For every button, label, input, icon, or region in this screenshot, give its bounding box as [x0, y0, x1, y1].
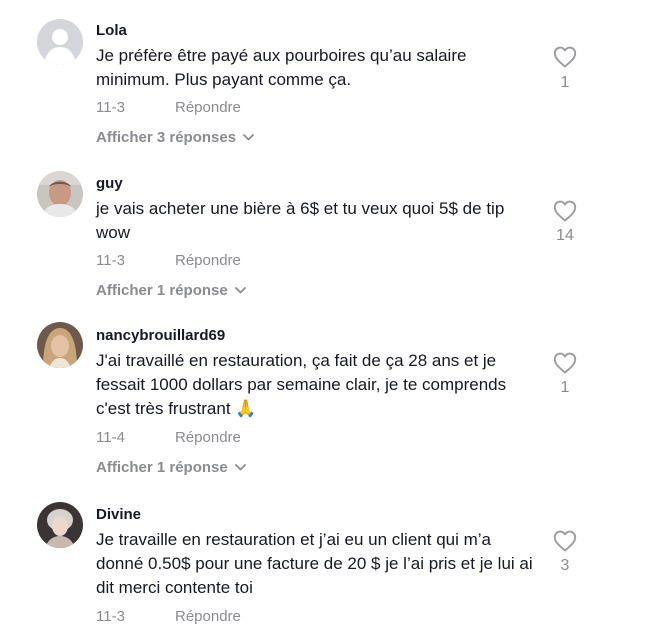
- comment-date: 11-3: [96, 99, 125, 116]
- comment-text: je vais acheter une bière à 6$ et tu veu…: [96, 199, 505, 242]
- comment-text: J'ai travaillé en restauration, ça fait …: [96, 351, 507, 418]
- comment-meta: 11-4 Répondre: [96, 429, 241, 446]
- view-replies-button[interactable]: Afficher 1 réponse: [96, 459, 246, 476]
- avatar[interactable]: [37, 19, 83, 65]
- comment-meta: 11-3 Répondre: [96, 608, 241, 625]
- view-replies-button[interactable]: Afficher 3 réponses: [96, 129, 254, 146]
- avatar[interactable]: [37, 322, 83, 368]
- view-replies-label: Afficher 1 réponse: [96, 282, 228, 299]
- profile-photo-icon: [37, 322, 83, 368]
- like-count: 14: [556, 227, 574, 244]
- comment-username[interactable]: guy: [96, 175, 123, 192]
- comment-item: guy je vais acheter une bière à 6$ et tu…: [0, 160, 652, 310]
- comment-item: Lola Je préfère être payé aux pourboires…: [0, 0, 652, 160]
- chevron-down-icon: [234, 287, 246, 294]
- like-count: 3: [560, 557, 570, 574]
- heart-outline-icon: [553, 200, 577, 222]
- like-button[interactable]: [549, 352, 581, 379]
- comment-username[interactable]: Divine: [96, 506, 141, 523]
- reply-button[interactable]: Répondre: [175, 608, 241, 625]
- comment-meta: 11-3 Répondre: [96, 252, 241, 269]
- heart-outline-icon: [553, 46, 577, 68]
- like-button[interactable]: [549, 46, 581, 73]
- reply-button[interactable]: Répondre: [175, 252, 241, 269]
- comment-date: 11-3: [96, 608, 125, 625]
- like-button[interactable]: [549, 530, 581, 557]
- comment-item: Divine Je travaille en restauration et j…: [0, 495, 652, 632]
- comment-item: nancybrouillard69 J'ai travaillé en rest…: [0, 310, 652, 495]
- view-replies-button[interactable]: Afficher 1 réponse: [96, 282, 246, 299]
- avatar[interactable]: [37, 171, 83, 217]
- comment-text: Je préfère être payé aux pourboires qu’a…: [96, 46, 467, 89]
- chevron-down-icon: [243, 134, 254, 141]
- reply-button[interactable]: Répondre: [175, 99, 241, 116]
- avatar[interactable]: [37, 502, 83, 548]
- comment-meta: 11-3 Répondre: [96, 99, 241, 116]
- profile-photo-icon: [37, 502, 83, 548]
- comment-text: Je travaille en restauration et j’ai eu …: [96, 530, 533, 597]
- default-avatar-icon: [37, 19, 83, 65]
- view-replies-label: Afficher 3 réponses: [96, 129, 237, 146]
- heart-outline-icon: [553, 352, 577, 374]
- comment-username[interactable]: Lola: [96, 22, 127, 39]
- like-count: 1: [560, 74, 570, 91]
- comment-username[interactable]: nancybrouillard69: [96, 327, 225, 344]
- heart-outline-icon: [553, 530, 577, 552]
- chevron-down-icon: [234, 464, 246, 471]
- profile-photo-icon: [37, 171, 83, 217]
- comment-date: 11-3: [96, 252, 125, 269]
- view-replies-label: Afficher 1 réponse: [96, 459, 228, 476]
- comment-date: 11-4: [96, 429, 125, 446]
- like-button[interactable]: [549, 200, 581, 227]
- like-count: 1: [560, 379, 570, 396]
- reply-button[interactable]: Répondre: [175, 429, 241, 446]
